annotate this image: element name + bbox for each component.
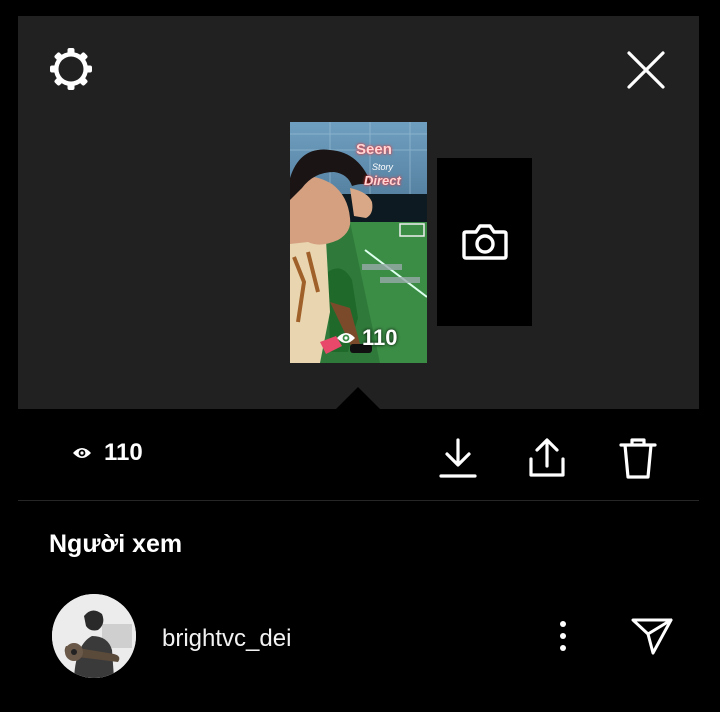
story-action-bar: 110 (0, 409, 720, 500)
share-button[interactable] (525, 434, 569, 482)
gear-icon (50, 48, 92, 90)
more-vertical-icon (560, 621, 566, 651)
story-overlay-seen: Seen (356, 141, 392, 158)
thumbnail-view-count-value: 110 (362, 325, 398, 350)
thumbnail-view-count: 110 (336, 325, 398, 351)
avatar[interactable] (52, 594, 136, 678)
close-icon (627, 51, 665, 89)
selected-story-indicator (336, 387, 380, 409)
story-preview-panel: Seen Story Direct 110 (18, 16, 699, 409)
story-thumbnail[interactable]: Seen Story Direct 110 (290, 122, 427, 363)
viewers-heading: Người xem (49, 530, 183, 558)
share-icon (529, 438, 565, 477)
download-button[interactable] (436, 434, 480, 482)
viewer-list-item[interactable]: brightvc_dei (0, 590, 720, 686)
settings-button[interactable] (48, 46, 94, 92)
eye-icon (337, 333, 355, 343)
avatar-photo (52, 594, 136, 678)
story-overlay-direct: Direct (364, 173, 401, 188)
more-options-button[interactable] (548, 618, 578, 654)
eye-icon (73, 448, 91, 458)
download-icon (439, 438, 477, 478)
view-count[interactable]: 110 (72, 439, 143, 467)
view-count-value: 110 (104, 439, 143, 466)
close-button[interactable] (622, 46, 670, 94)
delete-button[interactable] (616, 433, 660, 483)
camera-icon (461, 224, 508, 260)
story-overlay-story: Story (372, 162, 394, 172)
send-icon (631, 618, 673, 655)
send-message-button[interactable] (628, 614, 676, 658)
viewer-username[interactable]: brightvc_dei (162, 625, 291, 653)
add-story-tile[interactable] (437, 158, 532, 326)
trash-icon (619, 438, 657, 479)
section-divider (18, 500, 699, 501)
